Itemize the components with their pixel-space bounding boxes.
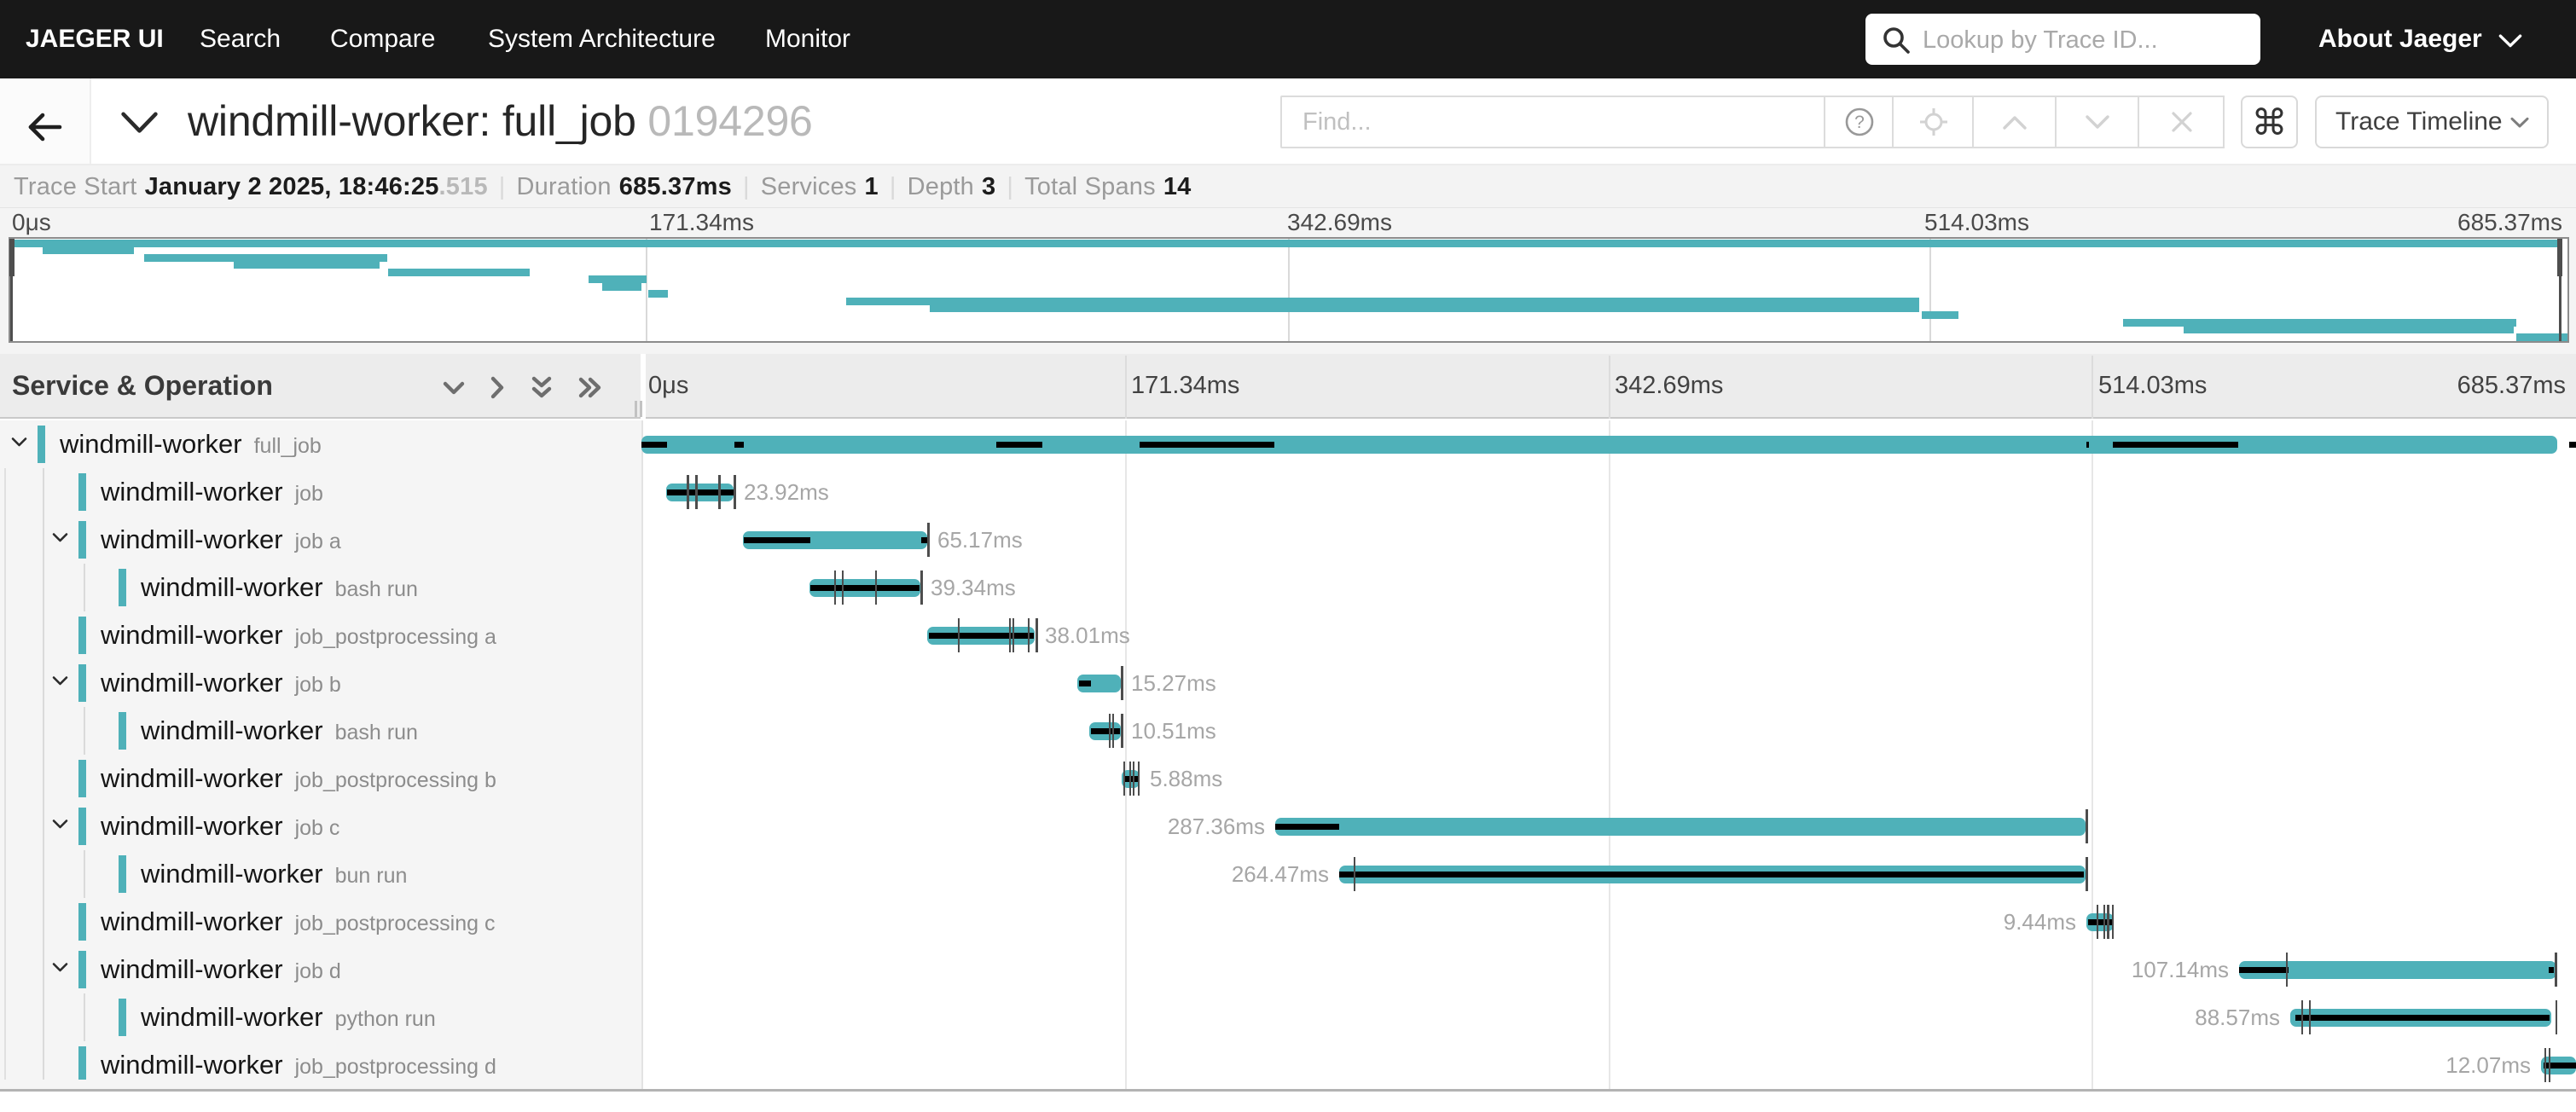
svg-text:?: ? — [1854, 113, 1865, 132]
